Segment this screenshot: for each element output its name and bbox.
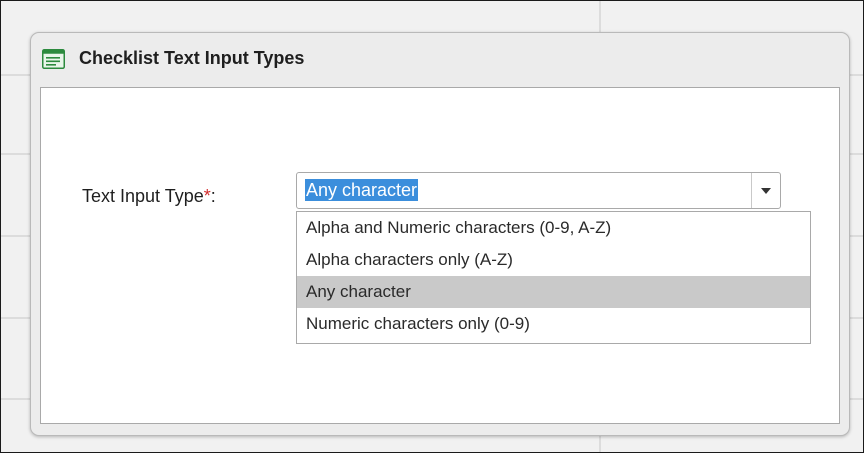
option-alpha-numeric[interactable]: Alpha and Numeric characters (0-9, A-Z) [297,212,810,244]
select-options-list: Alpha and Numeric characters (0-9, A-Z) … [296,211,811,344]
field-label-text: Text Input Type [82,186,204,206]
chevron-down-icon [761,188,771,194]
dropdown-toggle-button[interactable] [751,173,780,208]
dialog-title: Checklist Text Input Types [79,48,305,68]
select-current-value[interactable]: Any character [305,179,419,201]
screen: Checklist Text Input Types Text Input Ty… [0,0,864,453]
dialog-header: Checklist Text Input Types [31,33,849,85]
text-input-type-select[interactable]: Any character [296,172,781,209]
required-marker: * [203,186,211,206]
text-input-type-label: Text Input Type*: [82,186,216,207]
form-list-icon [42,49,65,69]
option-numeric-only[interactable]: Numeric characters only (0-9) [297,308,810,340]
option-any-character[interactable]: Any character [297,276,810,308]
option-alpha-only[interactable]: Alpha characters only (A-Z) [297,244,810,276]
label-suffix: : [210,186,216,206]
dialog-body: Text Input Type*: Any character Alpha an… [40,87,840,424]
checklist-text-input-types-dialog: Checklist Text Input Types Text Input Ty… [30,32,850,436]
